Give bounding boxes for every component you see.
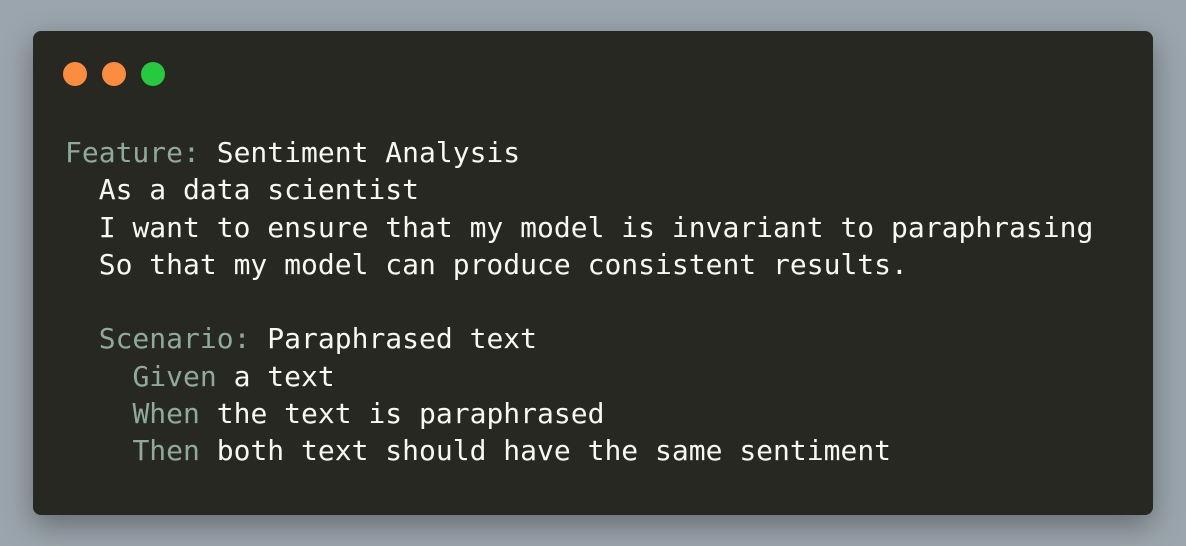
scenario-title: Paraphrased text (250, 322, 538, 356)
step-keyword: Given (132, 359, 217, 393)
window-controls (63, 62, 165, 86)
step-line: When the text is paraphrased (65, 395, 1093, 432)
step-text: a text (216, 359, 335, 393)
maximize-dot-icon[interactable] (141, 62, 165, 86)
feature-line: Feature: Sentiment Analysis (65, 134, 1093, 171)
code-window: Feature: Sentiment Analysis As a data sc… (33, 31, 1153, 515)
feature-keyword: Feature: (65, 136, 200, 169)
code-block: Feature: Sentiment Analysis As a data sc… (65, 134, 1093, 470)
narrative-line: I want to ensure that my model is invari… (65, 210, 1094, 244)
minimize-dot-icon[interactable] (102, 62, 126, 86)
close-dot-icon[interactable] (63, 62, 87, 86)
step-text: the text is paraphrased (199, 397, 605, 431)
step-keyword: Then (132, 434, 200, 468)
narrative-line: So that my model can produce consistent … (65, 247, 908, 281)
step-line: Given a text (65, 358, 1093, 395)
scenario-line: Scenario: Paraphrased text (65, 320, 1093, 357)
step-text: both text should have the same sentiment (199, 434, 892, 468)
step-line: Then both text should have the same sent… (65, 432, 1093, 469)
scenario-keyword: Scenario: (98, 322, 251, 356)
step-keyword: When (132, 397, 200, 431)
narrative-line: As a data scientist (65, 173, 420, 207)
feature-title: Sentiment Analysis (199, 136, 521, 169)
